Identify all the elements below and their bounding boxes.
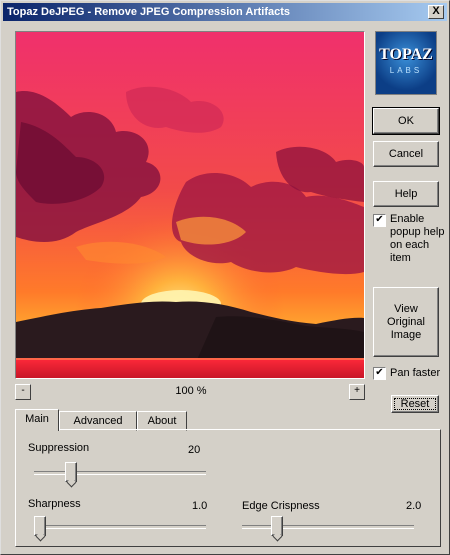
zoom-level: 100 % bbox=[175, 385, 207, 397]
edge-crispness-label: Edge Crispness bbox=[242, 500, 320, 512]
tab-advanced[interactable]: Advanced bbox=[59, 411, 137, 431]
main-tab-panel: Suppression 20 Sharpness 1.0 Edge Crispn… bbox=[15, 429, 441, 547]
suppression-track bbox=[34, 471, 206, 475]
pan-faster-checkbox[interactable]: ✔ bbox=[373, 367, 386, 380]
view-original-button[interactable]: View Original Image bbox=[373, 287, 439, 357]
zoom-out-button[interactable]: - bbox=[15, 384, 31, 400]
tab-about[interactable]: About bbox=[137, 411, 187, 431]
suppression-thumb[interactable] bbox=[65, 462, 77, 482]
cancel-button[interactable]: Cancel bbox=[373, 141, 439, 167]
zoom-in-button[interactable]: + bbox=[349, 384, 365, 400]
popup-help-label: Enable popup help on each item bbox=[390, 213, 445, 264]
edge-crispness-thumb[interactable] bbox=[271, 516, 283, 536]
window-title: Topaz DeJPEG - Remove JPEG Compression A… bbox=[7, 6, 291, 18]
edge-crispness-track bbox=[242, 525, 414, 529]
reset-button[interactable]: Reset bbox=[391, 395, 439, 413]
view-original-label: View Original Image bbox=[387, 302, 425, 341]
suppression-label: Suppression bbox=[28, 442, 90, 454]
sharpness-thumb[interactable] bbox=[34, 516, 46, 536]
close-button[interactable]: X bbox=[428, 5, 444, 19]
tab-main[interactable]: Main bbox=[15, 409, 59, 431]
dejpeg-dialog: Topaz DeJPEG - Remove JPEG Compression A… bbox=[0, 0, 450, 555]
ok-button[interactable]: OK bbox=[372, 107, 440, 135]
sharpness-value: 1.0 bbox=[192, 500, 208, 512]
logo-subtext: LABS bbox=[389, 66, 423, 75]
sharpness-track bbox=[34, 525, 206, 529]
suppression-value: 20 bbox=[188, 444, 201, 456]
pan-faster-label: Pan faster bbox=[390, 367, 441, 379]
sharpness-slider[interactable] bbox=[34, 516, 206, 538]
sunset-image bbox=[16, 32, 364, 378]
sharpness-label: Sharpness bbox=[28, 498, 81, 510]
topaz-labs-logo: TOPAZ LABS bbox=[375, 31, 437, 95]
preview-image[interactable] bbox=[15, 31, 365, 379]
edge-crispness-slider[interactable] bbox=[242, 516, 414, 538]
title-bar[interactable]: Topaz DeJPEG - Remove JPEG Compression A… bbox=[3, 3, 447, 21]
suppression-slider[interactable] bbox=[34, 462, 206, 484]
logo-text: TOPAZ bbox=[379, 46, 433, 63]
help-button[interactable]: Help bbox=[373, 181, 439, 207]
popup-help-checkbox[interactable]: ✔ bbox=[373, 214, 386, 227]
edge-crispness-value: 2.0 bbox=[406, 500, 422, 512]
